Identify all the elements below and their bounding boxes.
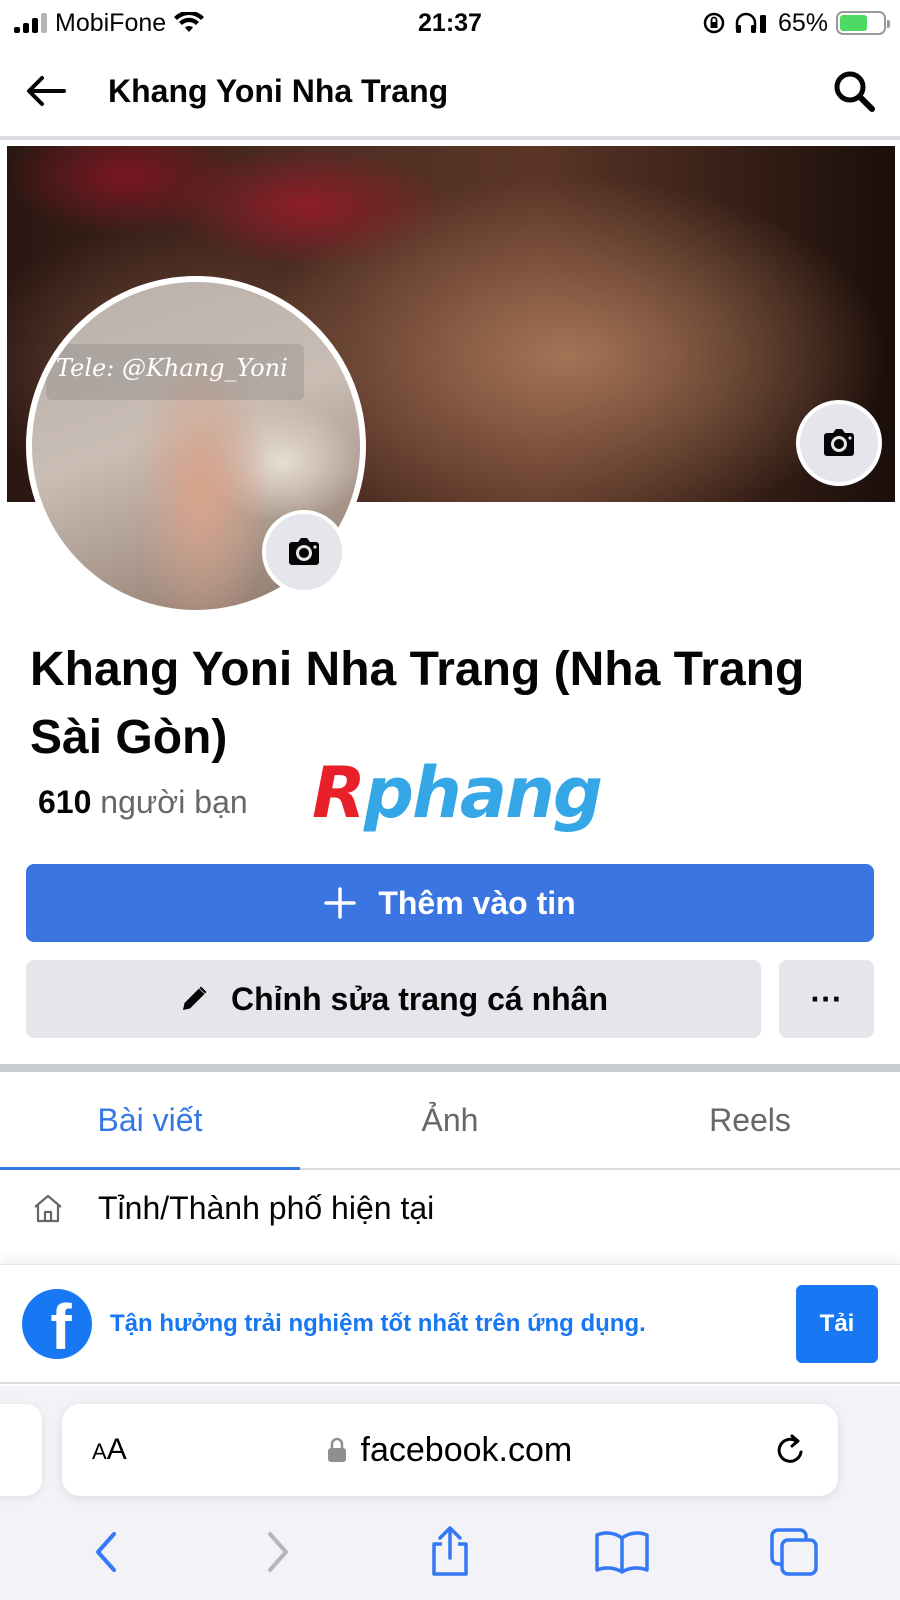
url-display[interactable]: facebook.com (127, 1431, 772, 1470)
friends-number: 610 (38, 784, 92, 820)
rotation-lock-icon (703, 12, 725, 34)
text-size-button[interactable]: AA (92, 1433, 127, 1467)
profile-tabs: Bài viết Ảnh Reels (0, 1072, 900, 1170)
logo-rest: phang (363, 752, 603, 834)
more-options-button[interactable]: ··· (779, 960, 874, 1038)
status-bar: MobiFone 21:37 65% (0, 0, 900, 46)
camera-icon (824, 429, 854, 456)
page-header: Khang Yoni Nha Trang (0, 46, 900, 140)
previous-tab-preview[interactable] (0, 1404, 42, 1496)
chevron-right-icon (268, 1532, 288, 1572)
page-title: Khang Yoni Nha Trang (108, 72, 449, 109)
current-city-label: Tỉnh/Thành phố hiện tại (98, 1189, 435, 1226)
logo-first-letter: R (312, 752, 366, 834)
tab-posts-label: Bài viết (97, 1101, 203, 1138)
arrow-left-icon (27, 76, 66, 106)
bookmarks-button[interactable] (587, 1517, 657, 1587)
search-button[interactable] (820, 63, 876, 119)
home-icon (34, 1194, 62, 1223)
edit-profile-button[interactable]: Chỉnh sửa trang cá nhân (26, 960, 761, 1038)
plus-icon (324, 887, 357, 919)
lock-icon (327, 1437, 346, 1462)
tab-photos[interactable]: Ảnh (300, 1072, 600, 1168)
add-to-story-button[interactable]: Thêm vào tin (26, 864, 874, 942)
browser-toolbar (0, 1504, 900, 1600)
overlay-watermark-logo: Rphang (312, 752, 603, 834)
app-install-banner: f Tận hưởng trải nghiệm tốt nhất trên ứn… (0, 1264, 900, 1384)
battery-percent: 65% (777, 8, 828, 37)
tabs-icon (770, 1528, 818, 1576)
battery-icon (836, 11, 890, 35)
browser-chrome: AA facebook.com (0, 1386, 900, 1600)
status-right: 65% (702, 8, 890, 38)
friends-count[interactable]: 610 người bạn (38, 784, 248, 821)
app-banner-text: Tận hưởng trải nghiệm tốt nhất trên ứng … (110, 1309, 646, 1337)
reload-icon[interactable] (772, 1432, 808, 1468)
friends-label: người bạn (100, 784, 248, 820)
status-left: MobiFone (14, 9, 702, 38)
browser-forward-button[interactable] (243, 1517, 313, 1587)
facebook-logo-icon: f (22, 1288, 92, 1359)
share-button[interactable] (415, 1517, 485, 1587)
browser-back-button[interactable] (71, 1517, 141, 1587)
signal-icon (14, 13, 47, 33)
headphones-icon (735, 12, 766, 33)
avatar-watermark: Tele: @Khang_Yoni (46, 344, 304, 400)
section-divider (0, 1064, 900, 1072)
avatar-watermark-text: Tele: @Khang_Yoni (56, 354, 288, 382)
book-icon (595, 1531, 649, 1574)
pencil-icon (183, 986, 207, 1010)
share-icon (432, 1526, 468, 1576)
battery-level (840, 15, 868, 31)
tabs-button[interactable] (759, 1517, 829, 1587)
carrier-label: MobiFone (55, 8, 167, 37)
tab-reels-label: Reels (709, 1101, 791, 1138)
search-icon (834, 71, 875, 112)
more-options-label: ··· (810, 980, 843, 1017)
chevron-left-icon (96, 1532, 116, 1572)
address-bar[interactable]: AA facebook.com (62, 1404, 838, 1496)
url-text: facebook.com (360, 1430, 573, 1469)
edit-cover-button[interactable] (796, 400, 882, 486)
tab-photos-label: Ảnh (421, 1101, 479, 1138)
back-button[interactable] (24, 63, 80, 119)
wifi-icon (174, 12, 205, 32)
tab-reels[interactable]: Reels (600, 1072, 900, 1168)
camera-icon (289, 538, 319, 565)
edit-profile-label: Chỉnh sửa trang cá nhân (231, 980, 608, 1017)
add-to-story-label: Thêm vào tin (378, 884, 576, 921)
current-city-row[interactable]: Tỉnh/Thành phố hiện tại (0, 1178, 900, 1238)
download-app-button[interactable]: Tải (796, 1284, 878, 1363)
edit-avatar-button[interactable] (262, 510, 346, 594)
tab-posts[interactable]: Bài viết (0, 1072, 300, 1170)
